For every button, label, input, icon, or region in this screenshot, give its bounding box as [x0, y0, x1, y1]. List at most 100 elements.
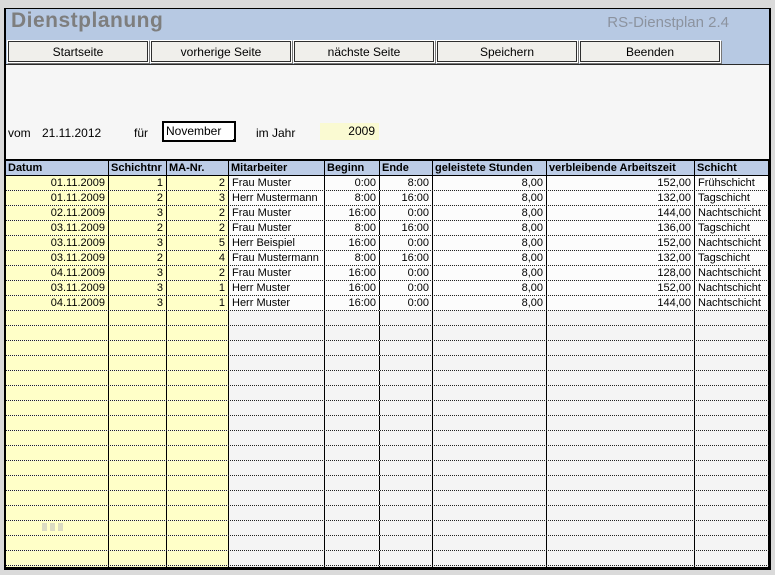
cell-schichtnr[interactable] — [109, 491, 167, 505]
cell-beginn[interactable]: 16:00 — [325, 266, 380, 280]
cell-arbeitszeit[interactable]: 144,00 — [547, 206, 695, 220]
vorherige-seite-button[interactable]: vorherige Seite — [151, 41, 291, 62]
cell-schicht[interactable]: Nachtschicht — [695, 206, 769, 220]
speichern-button[interactable]: Speichern — [437, 41, 577, 62]
cell-schicht[interactable] — [695, 431, 769, 445]
table-empty-row[interactable] — [6, 521, 769, 536]
cell-stunden[interactable] — [433, 371, 547, 385]
cell-beginn[interactable] — [325, 356, 380, 370]
cell-arbeitszeit[interactable] — [547, 311, 695, 325]
cell-ende[interactable] — [380, 521, 433, 535]
cell-beginn[interactable] — [325, 566, 380, 567]
cell-ma-nr[interactable] — [167, 326, 229, 340]
cell-mitarbeiter[interactable] — [229, 551, 325, 565]
cell-datum[interactable] — [6, 341, 109, 355]
cell-schicht[interactable] — [695, 386, 769, 400]
table-empty-row[interactable] — [6, 416, 769, 431]
cell-stunden[interactable] — [433, 401, 547, 415]
cell-stunden[interactable]: 8,00 — [433, 176, 547, 190]
cell-schicht[interactable] — [695, 311, 769, 325]
cell-ende[interactable] — [380, 506, 433, 520]
cell-schicht[interactable] — [695, 326, 769, 340]
cell-beginn[interactable]: 8:00 — [325, 251, 380, 265]
cell-ende[interactable] — [380, 461, 433, 475]
cell-schicht[interactable]: Nachtschicht — [695, 266, 769, 280]
cell-ma-nr[interactable]: 1 — [167, 296, 229, 310]
cell-mitarbeiter[interactable]: Herr Muster — [229, 281, 325, 295]
cell-mitarbeiter[interactable] — [229, 356, 325, 370]
cell-arbeitszeit[interactable] — [547, 341, 695, 355]
cell-datum[interactable]: 04.11.2009 — [6, 266, 109, 280]
cell-schichtnr[interactable] — [109, 506, 167, 520]
cell-stunden[interactable] — [433, 551, 547, 565]
cell-stunden[interactable] — [433, 536, 547, 550]
cell-schichtnr[interactable] — [109, 386, 167, 400]
cell-mitarbeiter[interactable] — [229, 416, 325, 430]
table-empty-row[interactable] — [6, 491, 769, 506]
cell-schichtnr[interactable]: 3 — [109, 281, 167, 295]
cell-ende[interactable] — [380, 326, 433, 340]
cell-beginn[interactable]: 16:00 — [325, 296, 380, 310]
cell-arbeitszeit[interactable]: 152,00 — [547, 236, 695, 250]
cell-ende[interactable] — [380, 491, 433, 505]
cell-ma-nr[interactable] — [167, 416, 229, 430]
cell-schichtnr[interactable] — [109, 521, 167, 535]
table-row[interactable]: 03.11.2009 3 1 Herr Muster 16:00 0:00 8,… — [6, 281, 769, 296]
cell-datum[interactable]: 03.11.2009 — [6, 236, 109, 250]
cell-datum[interactable] — [6, 371, 109, 385]
cell-stunden[interactable] — [433, 356, 547, 370]
cell-ende[interactable]: 0:00 — [380, 296, 433, 310]
table-empty-row[interactable] — [6, 386, 769, 401]
cell-arbeitszeit[interactable] — [547, 371, 695, 385]
table-empty-row[interactable] — [6, 326, 769, 341]
table-empty-row[interactable] — [6, 536, 769, 551]
cell-mitarbeiter[interactable] — [229, 566, 325, 567]
table-row[interactable]: 03.11.2009 3 5 Herr Beispiel 16:00 0:00 … — [6, 236, 769, 251]
cell-datum[interactable] — [6, 401, 109, 415]
cell-stunden[interactable]: 8,00 — [433, 221, 547, 235]
cell-beginn[interactable] — [325, 341, 380, 355]
cell-ma-nr[interactable]: 2 — [167, 206, 229, 220]
cell-mitarbeiter[interactable] — [229, 311, 325, 325]
cell-ma-nr[interactable]: 2 — [167, 176, 229, 190]
cell-datum[interactable] — [6, 386, 109, 400]
cell-beginn[interactable] — [325, 386, 380, 400]
cell-datum[interactable] — [6, 551, 109, 565]
cell-stunden[interactable] — [433, 461, 547, 475]
cell-arbeitszeit[interactable] — [547, 401, 695, 415]
cell-arbeitszeit[interactable]: 128,00 — [547, 266, 695, 280]
cell-ma-nr[interactable] — [167, 491, 229, 505]
cell-schicht[interactable] — [695, 446, 769, 460]
cell-schicht[interactable]: Tagschicht — [695, 251, 769, 265]
cell-ende[interactable]: 0:00 — [380, 206, 433, 220]
cell-ma-nr[interactable]: 5 — [167, 236, 229, 250]
cell-schicht[interactable] — [695, 566, 769, 567]
cell-ende[interactable] — [380, 536, 433, 550]
cell-stunden[interactable] — [433, 416, 547, 430]
cell-beginn[interactable]: 8:00 — [325, 191, 380, 205]
cell-ma-nr[interactable] — [167, 401, 229, 415]
cell-arbeitszeit[interactable]: 152,00 — [547, 281, 695, 295]
cell-ende[interactable] — [380, 431, 433, 445]
cell-stunden[interactable]: 8,00 — [433, 296, 547, 310]
cell-datum[interactable] — [6, 311, 109, 325]
naechste-seite-button[interactable]: nächste Seite — [294, 41, 434, 62]
cell-beginn[interactable] — [325, 446, 380, 460]
cell-mitarbeiter[interactable]: Frau Mustermann — [229, 251, 325, 265]
cell-beginn[interactable] — [325, 326, 380, 340]
table-empty-row[interactable] — [6, 461, 769, 476]
cell-ma-nr[interactable] — [167, 356, 229, 370]
cell-mitarbeiter[interactable]: Herr Beispiel — [229, 236, 325, 250]
cell-datum[interactable]: 02.11.2009 — [6, 206, 109, 220]
cell-ende[interactable] — [380, 341, 433, 355]
beenden-button[interactable]: Beenden — [580, 41, 720, 62]
cell-arbeitszeit[interactable] — [547, 416, 695, 430]
cell-schicht[interactable] — [695, 551, 769, 565]
table-row[interactable]: 02.11.2009 3 2 Frau Muster 16:00 0:00 8,… — [6, 206, 769, 221]
cell-beginn[interactable]: 16:00 — [325, 206, 380, 220]
cell-arbeitszeit[interactable]: 152,00 — [547, 176, 695, 190]
cell-arbeitszeit[interactable] — [547, 506, 695, 520]
cell-ende[interactable] — [380, 566, 433, 567]
cell-stunden[interactable]: 8,00 — [433, 206, 547, 220]
cell-ma-nr[interactable] — [167, 566, 229, 567]
